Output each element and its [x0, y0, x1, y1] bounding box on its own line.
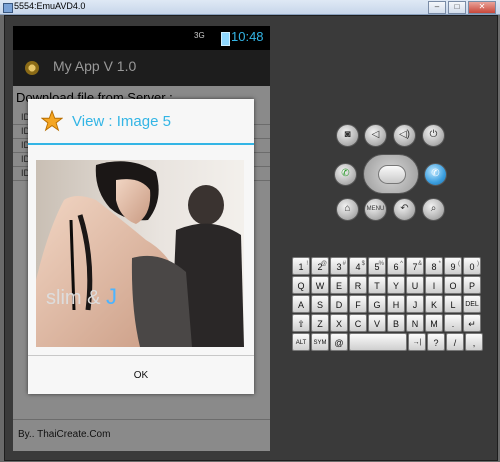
volume-up-button[interactable]: ◁): [393, 124, 416, 147]
key-e[interactable]: E: [330, 276, 348, 294]
key-space[interactable]: [349, 333, 407, 351]
search-button[interactable]: ⌕: [422, 198, 445, 221]
key-1[interactable]: 1: [292, 255, 310, 275]
key-u[interactable]: U: [406, 276, 424, 294]
key-y[interactable]: Y: [387, 276, 405, 294]
key-2[interactable]: 2: [311, 255, 329, 275]
emulator-keyboard: 1 2 3 4 5 6 7 8 9 0 Q W E R T Y U I O P …: [292, 255, 488, 351]
key-f[interactable]: F: [349, 295, 367, 313]
key-3[interactable]: 3: [330, 255, 348, 275]
signal-indicator: 3G: [194, 31, 205, 40]
window-controls: – □ ✕: [428, 1, 496, 14]
photo-caption-accent: J: [106, 284, 117, 309]
power-button[interactable]: ⏻: [422, 124, 445, 147]
key-period[interactable]: .: [444, 314, 462, 332]
key-p[interactable]: P: [463, 276, 481, 294]
key-alt[interactable]: ALT: [292, 333, 310, 351]
keyboard-row-3: A S D F G H J K L DEL: [292, 295, 481, 313]
key-c[interactable]: C: [349, 314, 367, 332]
keyboard-row-5: ALT SYM @ →| ? / ,: [292, 333, 483, 351]
photo-artwork: [36, 160, 244, 347]
key-v[interactable]: V: [368, 314, 386, 332]
key-g[interactable]: G: [368, 295, 386, 313]
dialog-title: View : Image 5: [72, 113, 171, 130]
key-w[interactable]: W: [311, 276, 329, 294]
key-7[interactable]: 7: [406, 255, 424, 275]
image-dialog: View : Image 5 slim & J OK: [28, 99, 254, 394]
end-call-button[interactable]: ✆: [424, 163, 447, 186]
key-a[interactable]: A: [292, 295, 310, 313]
keyboard-row-4: ⇧ Z X C V B N M . ↵: [292, 314, 481, 332]
ok-button[interactable]: OK: [28, 356, 254, 394]
status-time: 10:48: [231, 29, 264, 44]
minimize-button[interactable]: –: [428, 1, 446, 14]
battery-icon: [221, 32, 230, 46]
app-title: My App V 1.0: [53, 58, 137, 74]
key-z[interactable]: Z: [311, 314, 329, 332]
key-j[interactable]: J: [406, 295, 424, 313]
key-6[interactable]: 6: [387, 255, 405, 275]
window-title: 5554:EmuAVD4.0: [14, 1, 86, 11]
dpad-center-button[interactable]: [378, 165, 406, 184]
keyboard-row-1: 1 2 3 4 5 6 7 8 9 0: [292, 255, 481, 275]
key-0[interactable]: 0: [463, 255, 481, 275]
close-button[interactable]: ✕: [468, 1, 496, 14]
window-app-icon: [3, 3, 13, 13]
key-o[interactable]: O: [444, 276, 462, 294]
call-button[interactable]: ✆: [334, 163, 357, 186]
menu-button[interactable]: MENU: [364, 198, 387, 221]
keyboard-row-2: Q W E R T Y U I O P: [292, 276, 481, 294]
photo-caption: slim & J: [46, 284, 117, 310]
key-tab[interactable]: →|: [408, 333, 426, 351]
key-4[interactable]: 4: [349, 255, 367, 275]
key-comma[interactable]: ,: [465, 333, 483, 351]
key-question[interactable]: ?: [427, 333, 445, 351]
key-m[interactable]: M: [425, 314, 443, 332]
star-icon: [41, 110, 63, 132]
key-l[interactable]: L: [444, 295, 462, 313]
dialog-header: View : Image 5: [28, 99, 254, 145]
key-b[interactable]: B: [387, 314, 405, 332]
key-r[interactable]: R: [349, 276, 367, 294]
volume-down-button[interactable]: ◁: [364, 124, 387, 147]
key-x[interactable]: X: [330, 314, 348, 332]
key-5[interactable]: 5: [368, 255, 386, 275]
key-at[interactable]: @: [330, 333, 348, 351]
key-n[interactable]: N: [406, 314, 424, 332]
key-i[interactable]: I: [425, 276, 443, 294]
key-shift[interactable]: ⇧: [292, 314, 310, 332]
back-button[interactable]: ↶: [393, 198, 416, 221]
dpad[interactable]: [363, 154, 419, 194]
camera-button[interactable]: ◙: [336, 124, 359, 147]
footer: By.. ThaiCreate.Com: [13, 419, 270, 452]
key-h[interactable]: H: [387, 295, 405, 313]
action-bar: My App V 1.0: [13, 50, 270, 86]
key-slash[interactable]: /: [446, 333, 464, 351]
key-d[interactable]: D: [330, 295, 348, 313]
key-del[interactable]: DEL: [463, 295, 481, 313]
key-k[interactable]: K: [425, 295, 443, 313]
app-icon: [25, 61, 39, 75]
status-bar: 3G 10:48: [13, 26, 270, 50]
key-sym[interactable]: SYM: [311, 333, 329, 351]
dialog-image: slim & J: [36, 160, 244, 347]
emulator-controls: ◙ ◁ ◁) ⏻ ✆ ✆ ⌂ MENU ↶ ⌕: [330, 124, 450, 234]
key-8[interactable]: 8: [425, 255, 443, 275]
maximize-button[interactable]: □: [448, 1, 466, 14]
window-titlebar: 5554:EmuAVD4.0 – □ ✕: [0, 0, 500, 15]
photo-caption-text: slim &: [46, 287, 106, 309]
key-enter[interactable]: ↵: [463, 314, 481, 332]
home-button[interactable]: ⌂: [336, 198, 359, 221]
key-q[interactable]: Q: [292, 276, 310, 294]
footer-text: By.. ThaiCreate.Com: [18, 429, 111, 440]
key-t[interactable]: T: [368, 276, 386, 294]
key-9[interactable]: 9: [444, 255, 462, 275]
key-s[interactable]: S: [311, 295, 329, 313]
